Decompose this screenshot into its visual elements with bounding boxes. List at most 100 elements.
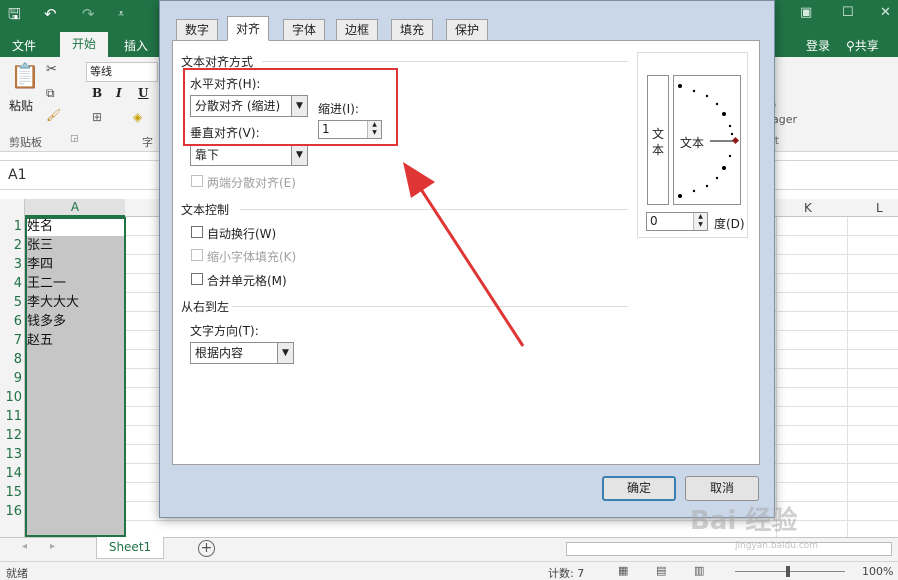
add-sheet-icon[interactable]: + [198,540,215,557]
underline-button[interactable]: U [138,86,148,100]
column-header-l[interactable]: L [876,201,883,215]
border-icon[interactable]: ⊞ [92,110,102,124]
degree-spinner[interactable]: 0 ▲ ▼ [646,212,708,231]
save-icon[interactable]: 🖫 [8,4,21,24]
cell-a5[interactable]: 李大大大 [27,293,79,312]
justify-distributed-checkbox[interactable] [191,175,203,187]
status-ready: 就绪 [6,567,28,580]
tab-file[interactable]: 文件 [12,37,36,54]
redo-icon[interactable]: ↷ [82,4,95,24]
formula-input[interactable] [776,165,890,185]
sheet-prev-icon[interactable]: ◂ [22,541,27,552]
login-link[interactable]: 登录 [806,37,830,54]
italic-button[interactable]: I [116,86,122,100]
row-header[interactable]: 6 [0,312,22,331]
row-header[interactable]: 2 [0,236,22,255]
row-header[interactable]: 4 [0,274,22,293]
customize-qat-icon[interactable]: ⩡ [118,4,124,24]
watermark-logo: Bai 经验 [690,506,798,536]
cut-icon[interactable]: ✂ [46,62,57,77]
tab-insert[interactable]: 插入 [124,37,148,54]
shrink-to-fit-checkbox[interactable] [191,249,203,261]
annotation-highlight-box [183,68,398,146]
row-header[interactable]: 9 [0,369,22,388]
bold-button[interactable]: B [92,86,102,100]
clipboard-group-label: 剪贴板 [9,136,42,149]
status-count: 计数: 7 [548,567,585,580]
row-header[interactable]: 13 [0,445,22,464]
ok-button[interactable]: 确定 [602,476,676,501]
column-header-a[interactable]: A [25,199,125,217]
cell-a2[interactable]: 张三 [27,236,53,255]
cell-a3[interactable]: 李四 [27,255,53,274]
fill-color-icon[interactable]: ◈ [133,110,142,124]
merge-cells-label: 合并单元格(M) [207,274,287,288]
row-header[interactable]: 10 [0,388,22,407]
sheet-next-icon[interactable]: ▸ [50,541,55,552]
cell-a1[interactable]: 姓名 [27,217,53,236]
chevron-down-icon[interactable]: ▼ [291,145,307,165]
section-right-to-left: 从右到左 [181,300,230,314]
vertical-align-select[interactable]: 靠下 ▼ [190,144,308,166]
row-header[interactable]: 15 [0,483,22,502]
grid-line [776,217,777,537]
page-layout-icon[interactable]: ▤ [656,564,666,577]
cancel-button[interactable]: 取消 [685,476,759,501]
ribbon-options-icon[interactable]: ▣ [800,5,812,20]
normal-view-icon[interactable]: ▦ [618,564,628,577]
vertical-align-value: 靠下 [195,148,220,162]
restore-icon[interactable]: ☐ [842,5,854,20]
merge-cells-checkbox[interactable] [191,273,203,285]
row-header[interactable]: 5 [0,293,22,312]
page-break-icon[interactable]: ▥ [694,564,704,577]
row-header[interactable]: 14 [0,464,22,483]
vertical-text-toggle[interactable]: 文本 [647,75,669,205]
close-icon[interactable]: ✕ [880,5,891,20]
row-header[interactable]: 3 [0,255,22,274]
row-header[interactable]: 7 [0,331,22,350]
paste-icon[interactable]: 📋 [10,62,40,90]
row-header[interactable]: 11 [0,407,22,426]
section-text-control: 文本控制 [181,203,230,217]
zoom-level[interactable]: 100% [862,565,893,578]
vertical-text-label: 文本 [652,127,665,157]
justify-distributed-label: 两端分散对齐(E) [207,176,296,190]
horizontal-scrollbar[interactable] [566,542,892,556]
wrap-text-checkbox[interactable] [191,226,203,238]
tab-home[interactable]: 开始 [60,32,108,57]
chevron-down-icon[interactable]: ▼ [277,343,293,363]
name-box[interactable]: A1 [8,167,26,183]
tab-number[interactable]: 数字 [176,19,219,41]
column-header-k[interactable]: K [804,201,812,215]
paste-label[interactable]: 粘贴 [9,97,33,114]
undo-icon[interactable]: ↶ [44,4,57,24]
text-direction-label: 文字方向(T): [190,324,259,338]
spinner-arrows-icon[interactable]: ▲ ▼ [693,213,707,230]
font-name-box[interactable]: 等线 [86,62,158,82]
clipboard-launcher-icon[interactable]: ◲ [70,134,79,144]
cell-a4[interactable]: 王二一 [27,274,66,293]
share-button[interactable]: ⚲共享 [846,37,879,54]
orientation-text-label: 文本 [680,136,705,150]
format-painter-icon[interactable]: 🖌 [46,108,61,122]
row-header[interactable]: 16 [0,502,22,521]
tab-alignment[interactable]: 对齐 [227,16,270,41]
cell-a6[interactable]: 钱多多 [27,312,66,331]
orientation-dial[interactable]: 文本 [673,75,741,205]
row-header[interactable]: 12 [0,426,22,445]
row-header[interactable]: 8 [0,350,22,369]
cell-a7[interactable]: 赵五 [27,331,53,350]
row-header[interactable]: 1 [0,217,22,236]
tab-border[interactable]: 边框 [336,19,379,41]
select-all-corner[interactable] [0,199,25,217]
tab-protection[interactable]: 保护 [446,19,489,41]
tab-fill[interactable]: 填充 [391,19,434,41]
font-group-label: 字 [142,136,153,149]
text-direction-select[interactable]: 根据内容 ▼ [190,342,294,364]
zoom-slider-thumb[interactable] [786,566,790,577]
degree-value: 0 [650,214,658,228]
sheet-tab-sheet1[interactable]: Sheet1 [96,537,164,559]
copy-icon[interactable]: ⧉ [46,86,55,101]
zoom-slider[interactable] [735,571,845,572]
tab-font[interactable]: 字体 [283,19,326,41]
